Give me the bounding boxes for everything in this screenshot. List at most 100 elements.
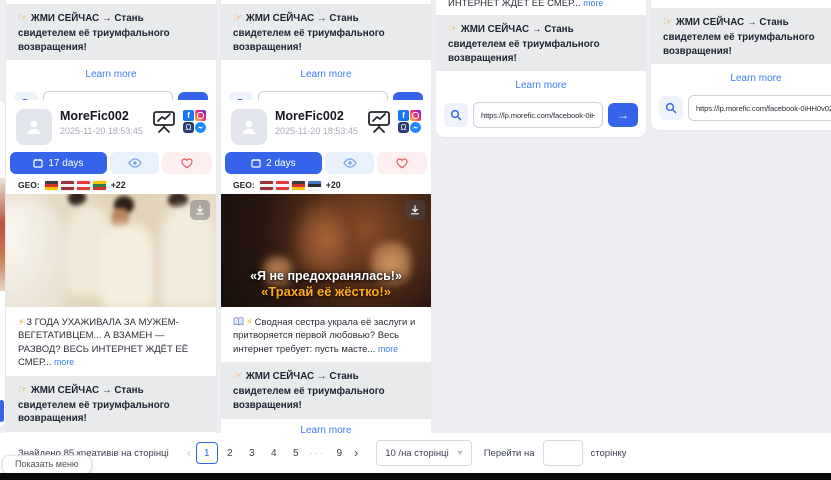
geo-flags	[260, 181, 321, 190]
flag-lt-icon	[93, 181, 106, 190]
ad-cta-header: ☞ЖМИ СЕЙЧАС → Стань свидетелем её триумф…	[436, 15, 646, 71]
learn-more-link[interactable]: Learn more	[6, 60, 216, 83]
ad-cta-header-text: ЖМИ СЕЙЧАС → Стань свидетелем её триумфа…	[18, 385, 170, 425]
advertiser-name: MoreFic002	[275, 109, 366, 124]
search-button[interactable]	[444, 103, 468, 127]
ad-card-partial: ИНТЕРНЕТ ЖДЁТ ЕЁ СМЕР... more ☞ЖМИ СЕЙЧА…	[436, 0, 646, 137]
pointing-hand-icon: ☞	[233, 370, 243, 382]
card-actions: 17 days	[6, 149, 216, 174]
ad-card: MoreFic002 2025-11-20 18:53:45 f Ω 2 day…	[221, 100, 431, 433]
search-icon	[450, 109, 462, 121]
placement-icons: f Ω	[398, 110, 421, 133]
page-button-1[interactable]: 1	[196, 442, 218, 464]
flag-de-icon	[45, 181, 58, 190]
flag-lv-icon	[61, 181, 74, 190]
calendar-icon	[33, 158, 43, 168]
page-ellipsis[interactable]: ···	[310, 448, 326, 459]
show-menu-button[interactable]: Показать меню	[2, 455, 92, 474]
ad-body-text-content: 3 ГОДА УХАЖИВАЛА ЗА МУЖЕМ-ВЕГЕТАТИВЦЕМ..…	[18, 317, 188, 368]
landing-url-input[interactable]	[473, 102, 603, 128]
geo-label: GEO:	[18, 180, 40, 190]
days-active-button[interactable]: 17 days	[10, 152, 107, 174]
messenger-icon	[195, 122, 206, 133]
column-1: ☞ЖМИ СЕЙЧАС → Стань свидетелем её триумф…	[6, 0, 216, 433]
learn-more-link[interactable]: Learn more	[651, 64, 831, 87]
download-image-button[interactable]	[190, 200, 210, 220]
ad-body-text-content: ИНТЕРНЕТ ЖДЁТ ЕЁ СМЕР...	[448, 0, 583, 9]
preview-button[interactable]	[110, 152, 160, 174]
eye-icon	[343, 158, 357, 168]
advertiser-meta: MoreFic002 2025-11-20 18:53:45	[60, 109, 151, 136]
heart-icon	[396, 158, 408, 169]
download-icon	[195, 205, 205, 215]
creatives-board: ☞ЖМИ СЕЙЧАС → Стань свидетелем её триумф…	[0, 0, 831, 433]
favorite-button[interactable]	[162, 152, 212, 174]
geo-label: GEO:	[233, 180, 255, 190]
learn-more-link[interactable]: Learn more	[221, 419, 431, 433]
pointing-hand-icon: ☞	[448, 23, 458, 35]
flag-ee-icon	[308, 181, 321, 190]
ad-cta-header: ☞ЖМИ СЕЙЧАС → Стань свидетелем её триумф…	[651, 8, 831, 64]
ad-cta-header-text: ЖМИ СЕЙЧАС → Стань свидетелем её триумфа…	[18, 13, 170, 53]
landing-url-input[interactable]	[688, 95, 831, 121]
person-icon	[24, 117, 44, 137]
person-icon	[239, 117, 259, 137]
arrow-right-icon: →	[617, 108, 629, 122]
favorite-button[interactable]	[377, 152, 427, 174]
open-url-button[interactable]: →	[608, 103, 638, 127]
page-button-3[interactable]: 3	[242, 443, 262, 463]
geo-more-count[interactable]: +22	[111, 180, 126, 190]
chevron-down-icon	[457, 451, 463, 455]
advertiser-row: MoreFic002 2025-11-20 18:53:45 f Ω	[221, 100, 431, 149]
instagram-icon	[410, 110, 421, 121]
audience-network-icon: Ω	[398, 122, 409, 133]
learn-more-link[interactable]: Learn more	[221, 60, 431, 83]
pointing-hand-icon: ☞	[18, 384, 28, 396]
goto-page-input[interactable]	[543, 440, 583, 466]
geo-more-count[interactable]: +20	[326, 180, 341, 190]
ad-image	[6, 194, 216, 307]
learn-more-link[interactable]: Learn more	[436, 71, 646, 94]
ad-image-shape	[6, 198, 73, 307]
ad-cta-header-text: ЖМИ СЕЙЧАС → Стань свидетелем её триумфа…	[233, 13, 385, 53]
days-active-button[interactable]: 2 days	[225, 152, 322, 174]
ad-image-caption: «Я не предохранялась!» «Трахай её жёстко…	[221, 269, 431, 299]
ad-card: MoreFic002 2025-11-20 18:53:45 f Ω 17 da…	[6, 100, 216, 433]
pointing-hand-icon: ☞	[663, 16, 673, 28]
page-button-5[interactable]: 5	[286, 443, 306, 463]
geo-flags	[45, 181, 106, 190]
pointing-hand-icon: ☞	[18, 12, 28, 24]
ad-image-shape	[100, 224, 154, 307]
creative-datetime: 2025-11-20 18:53:45	[60, 126, 151, 136]
next-page-button[interactable]: ›	[350, 446, 362, 460]
book-icon	[233, 317, 244, 326]
advertiser-row: MoreFic002 2025-11-20 18:53:45 f Ω	[6, 100, 216, 149]
ad-cta-header-text: ЖМИ СЕЙЧАС → Стань свидетелем её триумфа…	[663, 17, 815, 57]
page-size-select[interactable]: 10 /на сторінці	[376, 440, 472, 466]
preview-button[interactable]	[325, 152, 375, 174]
search-button[interactable]	[659, 96, 683, 120]
ad-cta-header: ☞ЖМИ СЕЙЧАС → Стань свидетелем её триумф…	[6, 376, 216, 432]
heart-icon	[181, 158, 193, 169]
ad-body-text: ИНТЕРНЕТ ЖДЁТ ЕЁ СМЕР... more	[436, 0, 646, 11]
more-link[interactable]: more	[378, 344, 398, 354]
presentation-board-icon[interactable]	[366, 109, 392, 134]
more-link[interactable]: more	[54, 357, 74, 367]
page-button-last[interactable]: 9	[329, 443, 349, 463]
messenger-icon	[410, 122, 421, 133]
advertiser-meta: MoreFic002 2025-11-20 18:53:45	[275, 109, 366, 136]
geo-row: GEO: +20	[221, 174, 431, 194]
eye-icon	[128, 158, 142, 168]
page-button-2[interactable]: 2	[220, 443, 240, 463]
prev-page-button[interactable]: ‹	[183, 446, 195, 460]
facebook-icon: f	[398, 110, 409, 121]
ad-cta-header-text: ЖМИ СЕЙЧАС → Стань свидетелем её триумфа…	[448, 24, 600, 64]
ad-cta-header-text: ЖМИ СЕЙЧАС → Стань свидетелем её триумфа…	[233, 371, 385, 411]
open-url-button[interactable]	[0, 400, 4, 422]
download-image-button[interactable]	[405, 200, 425, 220]
page-button-4[interactable]: 4	[264, 443, 284, 463]
more-link[interactable]: more	[583, 0, 603, 8]
ad-image-caption-line1: «Я не предохранялась!»	[221, 269, 431, 283]
ad-body-text: ⚡3 ГОДА УХАЖИВАЛА ЗА МУЖЕМ-ВЕГЕТАТИВЦЕМ.…	[6, 307, 216, 376]
presentation-board-icon[interactable]	[151, 109, 177, 134]
